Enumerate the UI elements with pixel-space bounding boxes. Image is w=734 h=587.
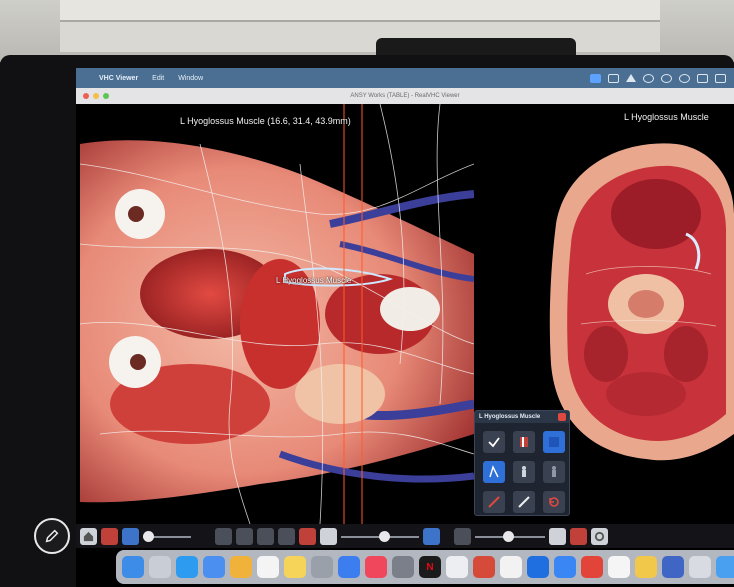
app-store-icon[interactable]: [338, 556, 360, 578]
isolate-tool-button[interactable]: [513, 461, 535, 483]
snapshot-button[interactable]: [278, 527, 295, 545]
word-icon[interactable]: [446, 556, 468, 578]
vpn-icon[interactable]: [527, 556, 549, 578]
calendar-icon[interactable]: [257, 556, 279, 578]
control-center-icon[interactable]: [697, 73, 708, 83]
body-ghost-icon: [552, 466, 556, 477]
pencil-icon: [45, 529, 59, 543]
highlight-tool-button[interactable]: [513, 431, 535, 453]
menu-bar: VHC Viewer Edit Window: [76, 68, 734, 88]
gear-icon: [594, 531, 605, 541]
grid-toggle-button[interactable]: [423, 527, 440, 545]
notes-icon[interactable]: [284, 556, 306, 578]
mail-icon[interactable]: [203, 556, 225, 578]
viewport-3d[interactable]: L Hyoglossus Muscle (16.6, 31.4, 43.9mm)…: [80, 104, 474, 524]
muscle-highlight-icon: [520, 437, 528, 447]
color-tool-button[interactable]: [543, 431, 565, 453]
window-titlebar: ANSY Works (TABLE) - RealVHC Viewer: [76, 88, 734, 104]
viewport-slice-title: L Hyoglossus Muscle: [624, 112, 709, 122]
pen-icon: [518, 496, 530, 508]
folder-button[interactable]: [236, 527, 253, 545]
viewport-3d-title: L Hyoglossus Muscle (16.6, 31.4, 43.9mm): [180, 116, 351, 126]
contrast-button[interactable]: [454, 527, 471, 545]
pen-tool-button[interactable]: [513, 491, 535, 513]
undo-icon: [549, 497, 559, 507]
preview-icon[interactable]: [608, 556, 630, 578]
body-silhouette-icon: [522, 466, 526, 477]
settings-button[interactable]: [591, 527, 608, 545]
slice-depth-slider[interactable]: [341, 528, 419, 545]
warning-icon[interactable]: [626, 74, 636, 82]
monitor-webcam-bar: [376, 38, 576, 56]
menu-window[interactable]: Window: [171, 75, 210, 82]
vhc-viewer-icon[interactable]: [689, 556, 711, 578]
structure-overlay-label: L Hyoglossus Muscle: [276, 276, 352, 285]
macos-dock: N: [116, 550, 734, 584]
display-icon[interactable]: [608, 73, 619, 83]
cut-tool-button[interactable]: [483, 491, 505, 513]
headphones-icon[interactable]: [661, 73, 672, 83]
text-label-icon: [489, 465, 499, 478]
eye-view-button[interactable]: [320, 527, 337, 545]
cloud-icon[interactable]: [554, 556, 576, 578]
bottom-toolbar: [76, 524, 734, 548]
structure-tools-popup: L Hyoglossus Muscle: [474, 410, 570, 516]
wifi-icon[interactable]: [643, 73, 654, 83]
menu-app-name[interactable]: VHC Viewer: [92, 75, 145, 82]
popup-header: L Hyoglossus Muscle: [475, 411, 569, 423]
anatomy-mode-button[interactable]: [299, 527, 316, 545]
label-tool-button[interactable]: [483, 461, 505, 483]
music-icon[interactable]: [365, 556, 387, 578]
popup-close-button[interactable]: [558, 413, 566, 421]
reset-tool-button[interactable]: [543, 491, 565, 513]
anatomy-3d-render: [80, 104, 474, 524]
powerpoint-icon[interactable]: [473, 556, 495, 578]
popup-tool-grid: [475, 423, 569, 521]
zoom-app-icon[interactable]: [500, 556, 522, 578]
checkmark-tool-button[interactable]: [483, 431, 505, 453]
grid-view-button[interactable]: [215, 527, 232, 545]
pencil-edit-button[interactable]: [34, 518, 70, 554]
screen: VHC Viewer Edit Window ANSY Works (TABLE…: [76, 68, 734, 587]
shelf: [60, 0, 660, 22]
battery-icon[interactable]: [715, 73, 726, 83]
checkmark-icon: [488, 437, 500, 448]
ruler-button[interactable]: [549, 527, 566, 545]
ghost-tool-button[interactable]: [543, 461, 565, 483]
remote-icon[interactable]: [662, 556, 684, 578]
popup-title: L Hyoglossus Muscle: [479, 414, 541, 420]
print-button[interactable]: [257, 527, 274, 545]
finder-icon[interactable]: [122, 556, 144, 578]
window-title: ANSY Works (TABLE) - RealVHC Viewer: [350, 93, 460, 99]
zoom-slider[interactable]: [475, 528, 545, 545]
home-button[interactable]: [80, 527, 97, 545]
activity-icon[interactable]: [392, 556, 414, 578]
home-icon: [83, 531, 94, 541]
color-square-icon: [549, 437, 559, 447]
menu-edit[interactable]: Edit: [145, 75, 171, 82]
shield-icon[interactable]: [581, 556, 603, 578]
layers-button[interactable]: [122, 527, 139, 545]
status-area: [590, 73, 734, 83]
photos-icon[interactable]: [230, 556, 252, 578]
opacity-slider[interactable]: [143, 528, 191, 545]
netflix-icon[interactable]: N: [419, 556, 441, 578]
safari-icon[interactable]: [176, 556, 198, 578]
realvhc-icon[interactable]: [716, 556, 734, 578]
launchpad-icon[interactable]: [149, 556, 171, 578]
screen-share-icon[interactable]: [590, 73, 601, 83]
dissect-button[interactable]: [101, 527, 118, 545]
scalpel-icon: [488, 496, 500, 508]
settings-app-icon[interactable]: [311, 556, 333, 578]
pencil-app-icon[interactable]: [635, 556, 657, 578]
focus-icon[interactable]: [679, 73, 690, 83]
slice-orientation-button[interactable]: [570, 527, 587, 545]
